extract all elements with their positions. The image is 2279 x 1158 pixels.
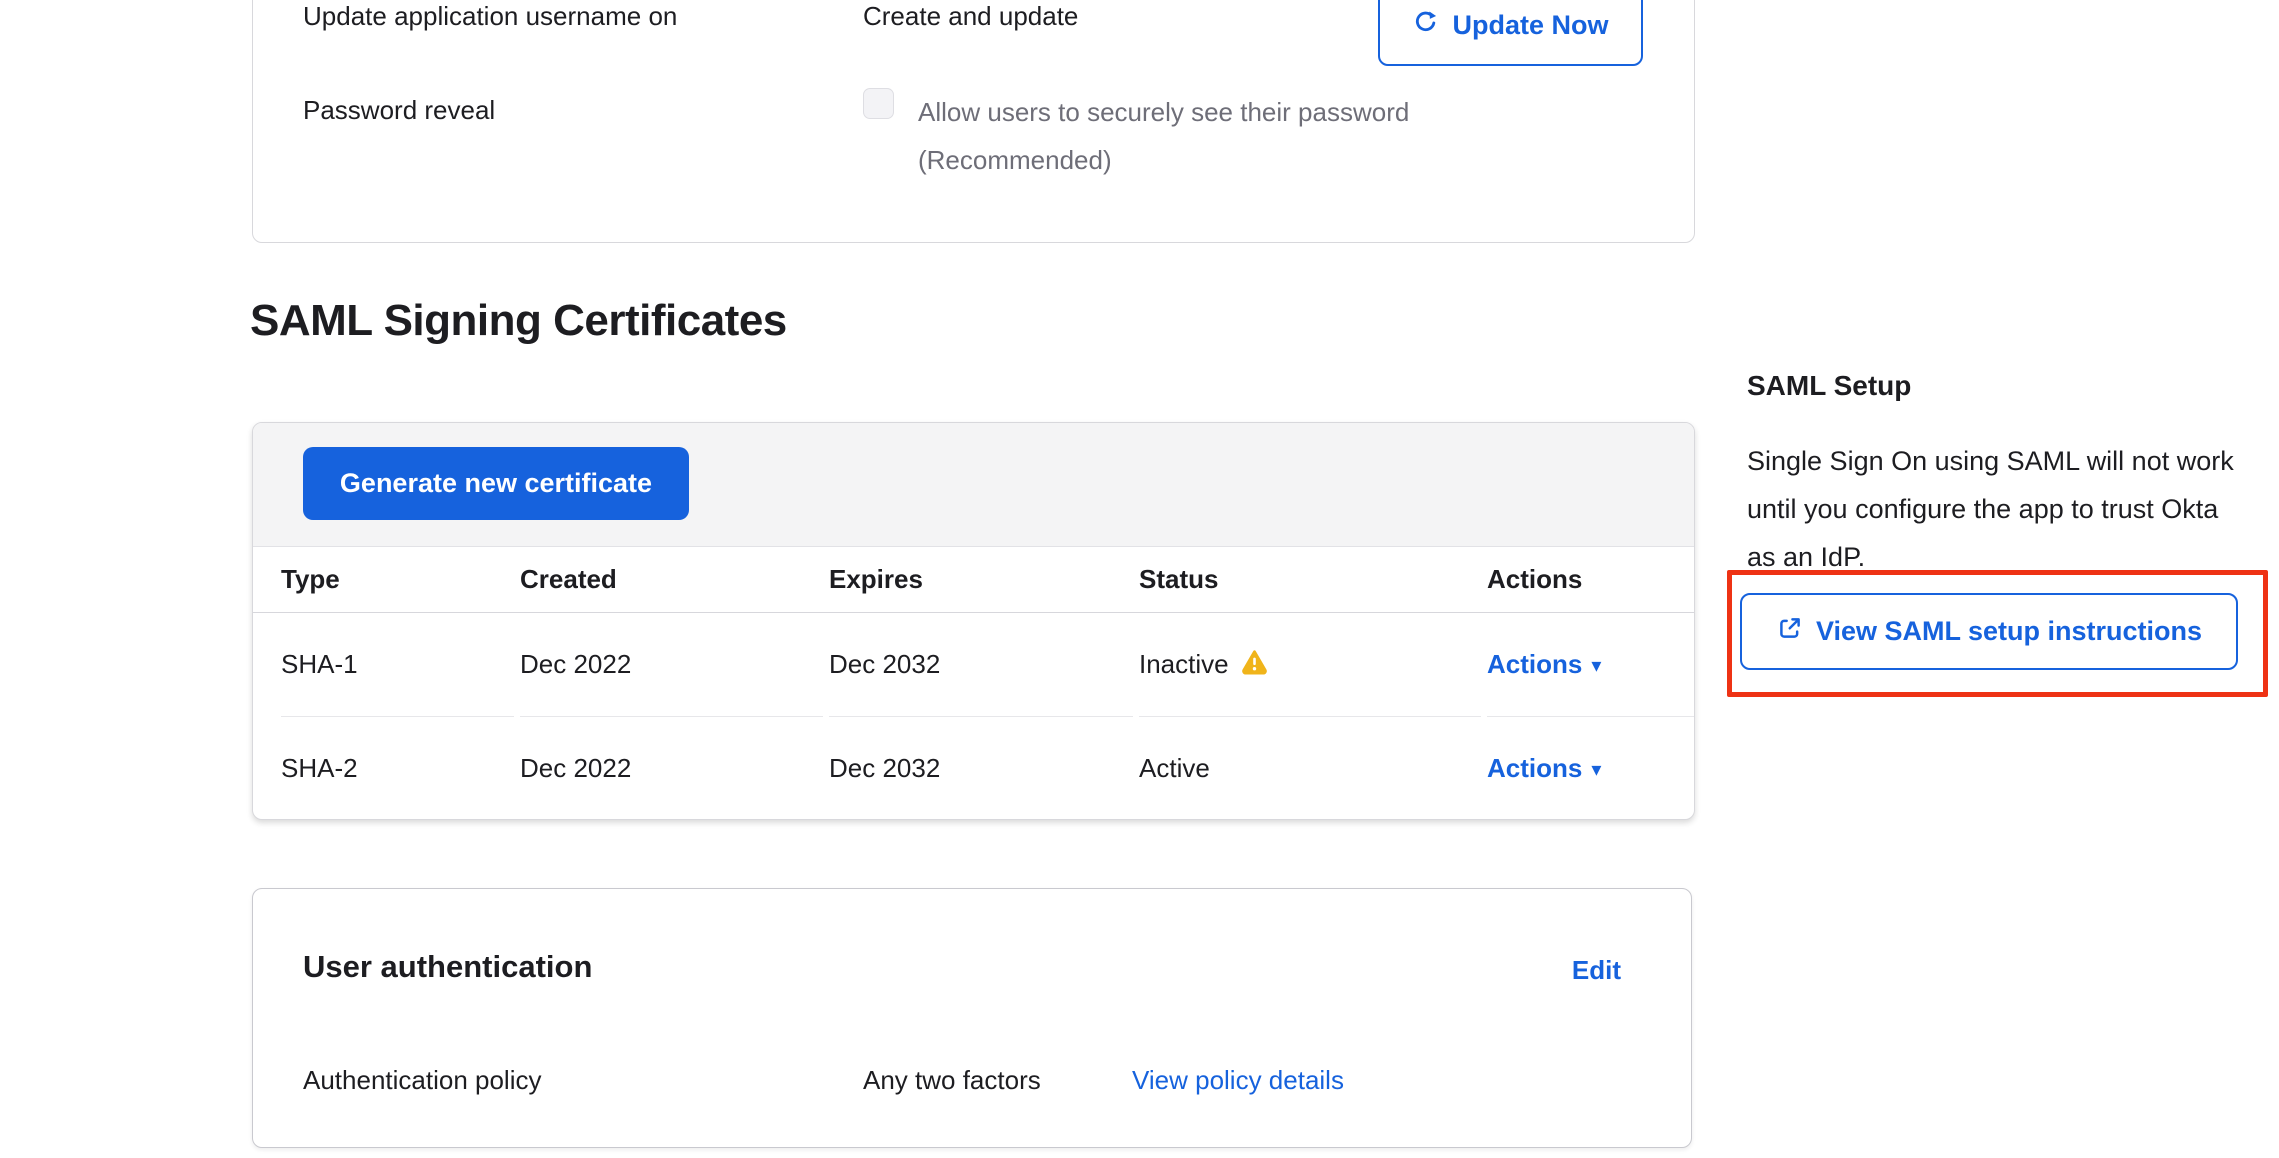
edit-link[interactable]: Edit bbox=[1572, 955, 1621, 986]
refresh-icon bbox=[1412, 9, 1439, 43]
col-header-expires: Expires bbox=[829, 564, 1133, 595]
password-reveal-checkbox[interactable] bbox=[863, 88, 894, 119]
cell-actions: Actions ▾ bbox=[1487, 613, 1694, 717]
saml-signing-certificates-heading: SAML Signing Certificates bbox=[250, 296, 787, 346]
update-now-label: Update Now bbox=[1452, 10, 1608, 41]
warning-icon bbox=[1241, 648, 1268, 682]
authentication-policy-value: Any two factors bbox=[863, 1065, 1041, 1096]
certificates-toolbar: Generate new certificate bbox=[253, 423, 1694, 547]
cell-created: Dec 2022 bbox=[520, 613, 823, 717]
caret-down-icon: ▾ bbox=[1591, 656, 1601, 676]
cell-status: Inactive bbox=[1139, 613, 1481, 717]
cell-type: SHA-2 bbox=[281, 717, 514, 820]
provisioning-settings-card: Update application username on Create an… bbox=[252, 0, 1695, 243]
authentication-policy-label: Authentication policy bbox=[303, 1065, 541, 1096]
actions-dropdown[interactable]: Actions ▾ bbox=[1487, 753, 1601, 784]
col-header-created: Created bbox=[520, 564, 823, 595]
view-saml-setup-label: View SAML setup instructions bbox=[1816, 616, 2202, 647]
password-reveal-label: Password reveal bbox=[303, 95, 495, 126]
user-authentication-card: User authentication Edit Authentication … bbox=[252, 888, 1692, 1148]
view-policy-details-link[interactable]: View policy details bbox=[1132, 1065, 1344, 1096]
actions-dropdown[interactable]: Actions ▾ bbox=[1487, 649, 1601, 680]
col-header-status: Status bbox=[1139, 564, 1481, 595]
status-text: Inactive bbox=[1139, 649, 1229, 680]
actions-label: Actions bbox=[1487, 649, 1582, 680]
username-update-label: Update application username on bbox=[303, 1, 677, 32]
okta-app-sign-on-page: Update application username on Create an… bbox=[0, 0, 2279, 1158]
password-reveal-checkbox-label: Allow users to securely see their passwo… bbox=[918, 88, 1518, 184]
col-header-actions: Actions bbox=[1487, 564, 1694, 595]
user-authentication-heading: User authentication bbox=[303, 949, 592, 985]
cell-actions: Actions ▾ bbox=[1487, 717, 1694, 820]
table-row: SHA-1 Dec 2022 Dec 2032 Inactive Actions… bbox=[253, 613, 1694, 717]
cell-type: SHA-1 bbox=[281, 613, 514, 717]
update-now-button[interactable]: Update Now bbox=[1378, 0, 1643, 66]
cell-status: Active bbox=[1139, 717, 1481, 820]
caret-down-icon: ▾ bbox=[1591, 760, 1601, 780]
username-update-value: Create and update bbox=[863, 1, 1078, 32]
generate-new-certificate-button[interactable]: Generate new certificate bbox=[303, 447, 689, 520]
cell-created: Dec 2022 bbox=[520, 717, 823, 820]
table-row: SHA-2 Dec 2022 Dec 2032 Active Actions ▾ bbox=[253, 717, 1694, 820]
col-header-type: Type bbox=[281, 564, 514, 595]
actions-label: Actions bbox=[1487, 753, 1582, 784]
certificates-panel: Generate new certificate Type Created Ex… bbox=[252, 422, 1695, 820]
cell-expires: Dec 2032 bbox=[829, 613, 1133, 717]
saml-setup-description: Single Sign On using SAML will not work … bbox=[1747, 437, 2247, 581]
cell-expires: Dec 2032 bbox=[829, 717, 1133, 820]
view-saml-setup-instructions-button[interactable]: View SAML setup instructions bbox=[1740, 593, 2238, 670]
status-text: Active bbox=[1139, 753, 1210, 784]
saml-setup-heading: SAML Setup bbox=[1747, 370, 1911, 402]
certificates-table-header: Type Created Expires Status Actions bbox=[253, 547, 1694, 613]
external-link-icon bbox=[1776, 615, 1803, 649]
